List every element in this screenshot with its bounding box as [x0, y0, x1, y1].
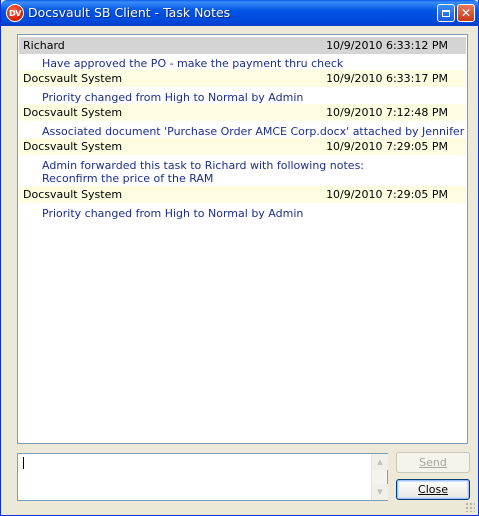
window-title: Docsvault SB Client - Task Notes — [28, 5, 231, 20]
input-scrollbar[interactable]: ▲ ▼ — [371, 454, 388, 500]
note-header[interactable]: Docsvault System 10/9/2010 7:29:05 PM — [19, 138, 466, 155]
note-author: Docsvault System — [23, 106, 123, 119]
note-datetime: 10/9/2010 6:33:17 PM — [326, 72, 448, 85]
note-datetime: 10/9/2010 7:29:05 PM — [326, 140, 448, 153]
title-bar[interactable]: DV Docsvault SB Client - Task Notes ✕ — [1, 0, 479, 26]
note-header[interactable]: Docsvault System 10/9/2010 7:12:48 PM — [19, 104, 466, 121]
note-datetime: 10/9/2010 7:29:05 PM — [326, 188, 448, 201]
scroll-up-icon[interactable]: ▲ — [372, 454, 388, 470]
maximize-button[interactable] — [437, 4, 455, 22]
note-text: Have approved the PO - make the payment … — [42, 57, 344, 70]
note-author: Richard — [23, 39, 65, 52]
note-datetime: 10/9/2010 6:33:12 PM — [326, 39, 448, 52]
note-text: Priority changed from High to Normal by … — [42, 207, 304, 220]
note-header-selected[interactable]: Richard 10/9/2010 6:33:12 PM — [19, 37, 466, 54]
notes-list[interactable]: Richard 10/9/2010 6:33:12 PM Have approv… — [17, 34, 468, 444]
note-input[interactable]: ▲ ▼ — [17, 453, 388, 501]
note-datetime: 10/9/2010 7:12:48 PM — [326, 106, 448, 119]
text-caret — [23, 457, 24, 469]
close-button[interactable]: Close — [396, 479, 470, 500]
maximize-icon — [442, 9, 450, 17]
docsvault-logo-icon: DV — [6, 4, 24, 22]
close-icon: ✕ — [460, 6, 472, 20]
close-window-button[interactable]: ✕ — [457, 4, 475, 22]
send-button[interactable]: Send — [396, 452, 470, 473]
scroll-down-icon[interactable]: ▼ — [372, 484, 388, 500]
note-header[interactable]: Docsvault System 10/9/2010 6:33:17 PM — [19, 70, 466, 87]
close-button-label: Close — [418, 483, 448, 496]
note-header[interactable]: Docsvault System 10/9/2010 7:29:05 PM — [19, 186, 466, 203]
note-author: Docsvault System — [23, 188, 123, 201]
send-button-label: Send — [419, 456, 447, 469]
resize-grip-icon[interactable] — [465, 502, 475, 512]
note-text: Priority changed from High to Normal by … — [42, 91, 304, 104]
note-author: Docsvault System — [23, 140, 123, 153]
task-notes-window: DV Docsvault SB Client - Task Notes ✕ Ri… — [0, 0, 479, 516]
note-author: Docsvault System — [23, 72, 123, 85]
note-text: Associated document 'Purchase Order AMCE… — [42, 125, 465, 138]
note-text: Admin forwarded this task to Richard wit… — [42, 159, 365, 185]
